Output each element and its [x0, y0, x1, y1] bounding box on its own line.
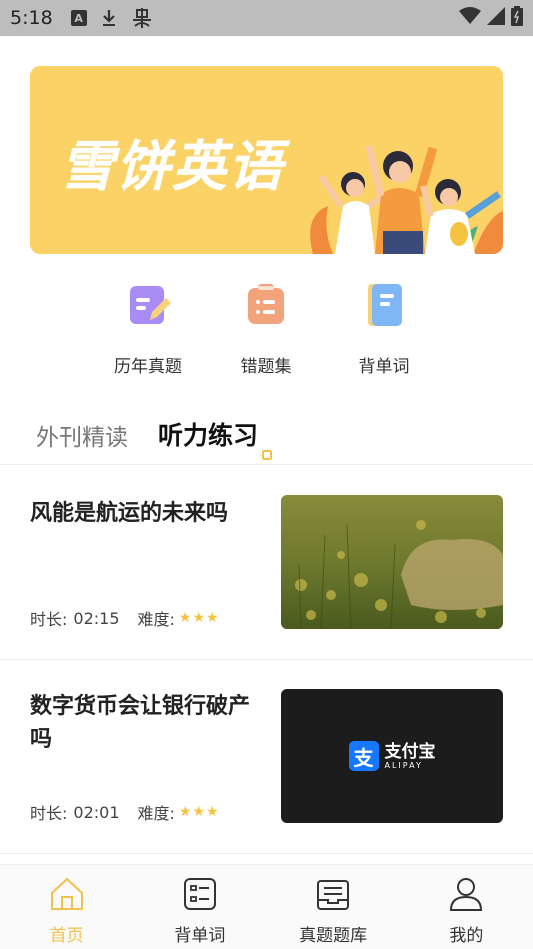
- shortcut-label: 历年真题: [114, 357, 182, 377]
- question-bank-icon: [317, 880, 350, 910]
- home-icon: [50, 877, 83, 910]
- difficulty-stars: ★★★: [178, 804, 220, 820]
- shortcut-wrong-questions[interactable]: 错题集: [216, 276, 316, 377]
- shortcut-label: 错题集: [240, 357, 292, 377]
- nav-vocabulary[interactable]: 背单词: [133, 865, 266, 949]
- nav-label: 首页: [49, 926, 84, 946]
- alipay-brand-text: 支付宝: [384, 741, 436, 762]
- article-thumbnail: 支 支付宝 ALIPAY: [281, 689, 503, 823]
- shortcut-grid: 历年真题 错题集 背单词: [0, 276, 533, 386]
- clipboard-icon: [248, 284, 284, 324]
- wifi-icon: [459, 7, 481, 29]
- nav-profile[interactable]: 我的: [400, 865, 533, 949]
- tab-intensive-reading[interactable]: 外刊精读: [36, 418, 128, 452]
- article-item[interactable]: 风能是航运的未来吗 时长: 02:15 难度: ★★★: [0, 465, 533, 659]
- banner-title: 雪饼英语: [60, 135, 284, 198]
- content-tabs: 外刊精读 听力练习: [36, 408, 288, 460]
- notebook-icon: [368, 284, 402, 326]
- nav-label: 背单词: [174, 926, 226, 946]
- difficulty-label: 难度:: [137, 804, 175, 823]
- a-notification-icon: A: [70, 10, 87, 26]
- article-title: 数字货币会让银行破产吗: [30, 694, 251, 752]
- nav-label: 我的: [449, 926, 484, 946]
- duration-value: 02:15: [73, 608, 120, 628]
- user-icon: [450, 878, 483, 911]
- field-photo-image: [281, 495, 503, 629]
- nav-question-bank[interactable]: 真题题库: [267, 865, 400, 949]
- duration-value: 02:01: [73, 802, 120, 822]
- edit-note-icon: [130, 286, 171, 324]
- duration-label: 时长:: [30, 804, 68, 823]
- shortcut-past-exams[interactable]: 历年真题: [98, 276, 198, 377]
- shortcut-label: 背单词: [358, 357, 410, 377]
- nav-home[interactable]: 首页: [0, 865, 133, 949]
- bug-icon: [131, 8, 153, 28]
- duration-label: 时长:: [30, 610, 68, 629]
- nav-label: 真题题库: [299, 926, 368, 946]
- promo-banner[interactable]: 雪饼英语: [30, 66, 503, 254]
- bottom-navigation: 首页 背单词 真题题库 我的: [0, 864, 533, 949]
- article-meta: 时长: 02:15 难度: ★★★: [30, 606, 220, 630]
- status-bar: 5:18 A: [0, 0, 533, 36]
- tab-label: 听力练习: [158, 421, 259, 450]
- tab-listening-practice[interactable]: 听力练习: [158, 416, 273, 460]
- article-thumbnail: [281, 495, 503, 629]
- download-icon: [101, 9, 117, 27]
- article-meta: 时长: 02:01 难度: ★★★: [30, 800, 220, 824]
- alipay-icon: 支: [348, 741, 379, 771]
- difficulty-label: 难度:: [137, 610, 175, 629]
- active-tab-indicator: [262, 450, 273, 460]
- shortcut-vocabulary[interactable]: 背单词: [334, 276, 434, 377]
- article-item[interactable]: 数字货币会让银行破产吗 时长: 02:01 难度: ★★★ 支 支付宝 ALIP…: [0, 660, 533, 854]
- difficulty-stars: ★★★: [178, 610, 220, 626]
- status-time: 5:18: [10, 7, 53, 29]
- signal-icon: [487, 7, 505, 29]
- alipay-logo: 支 支付宝 ALIPAY: [348, 741, 436, 771]
- alipay-brand-sub: ALIPAY: [384, 760, 423, 770]
- cheering-people-illustration: [310, 145, 503, 254]
- battery-icon: [511, 6, 523, 30]
- article-title: 风能是航运的未来吗: [30, 501, 229, 526]
- word-card-icon: [183, 878, 216, 910]
- divider: [0, 853, 533, 854]
